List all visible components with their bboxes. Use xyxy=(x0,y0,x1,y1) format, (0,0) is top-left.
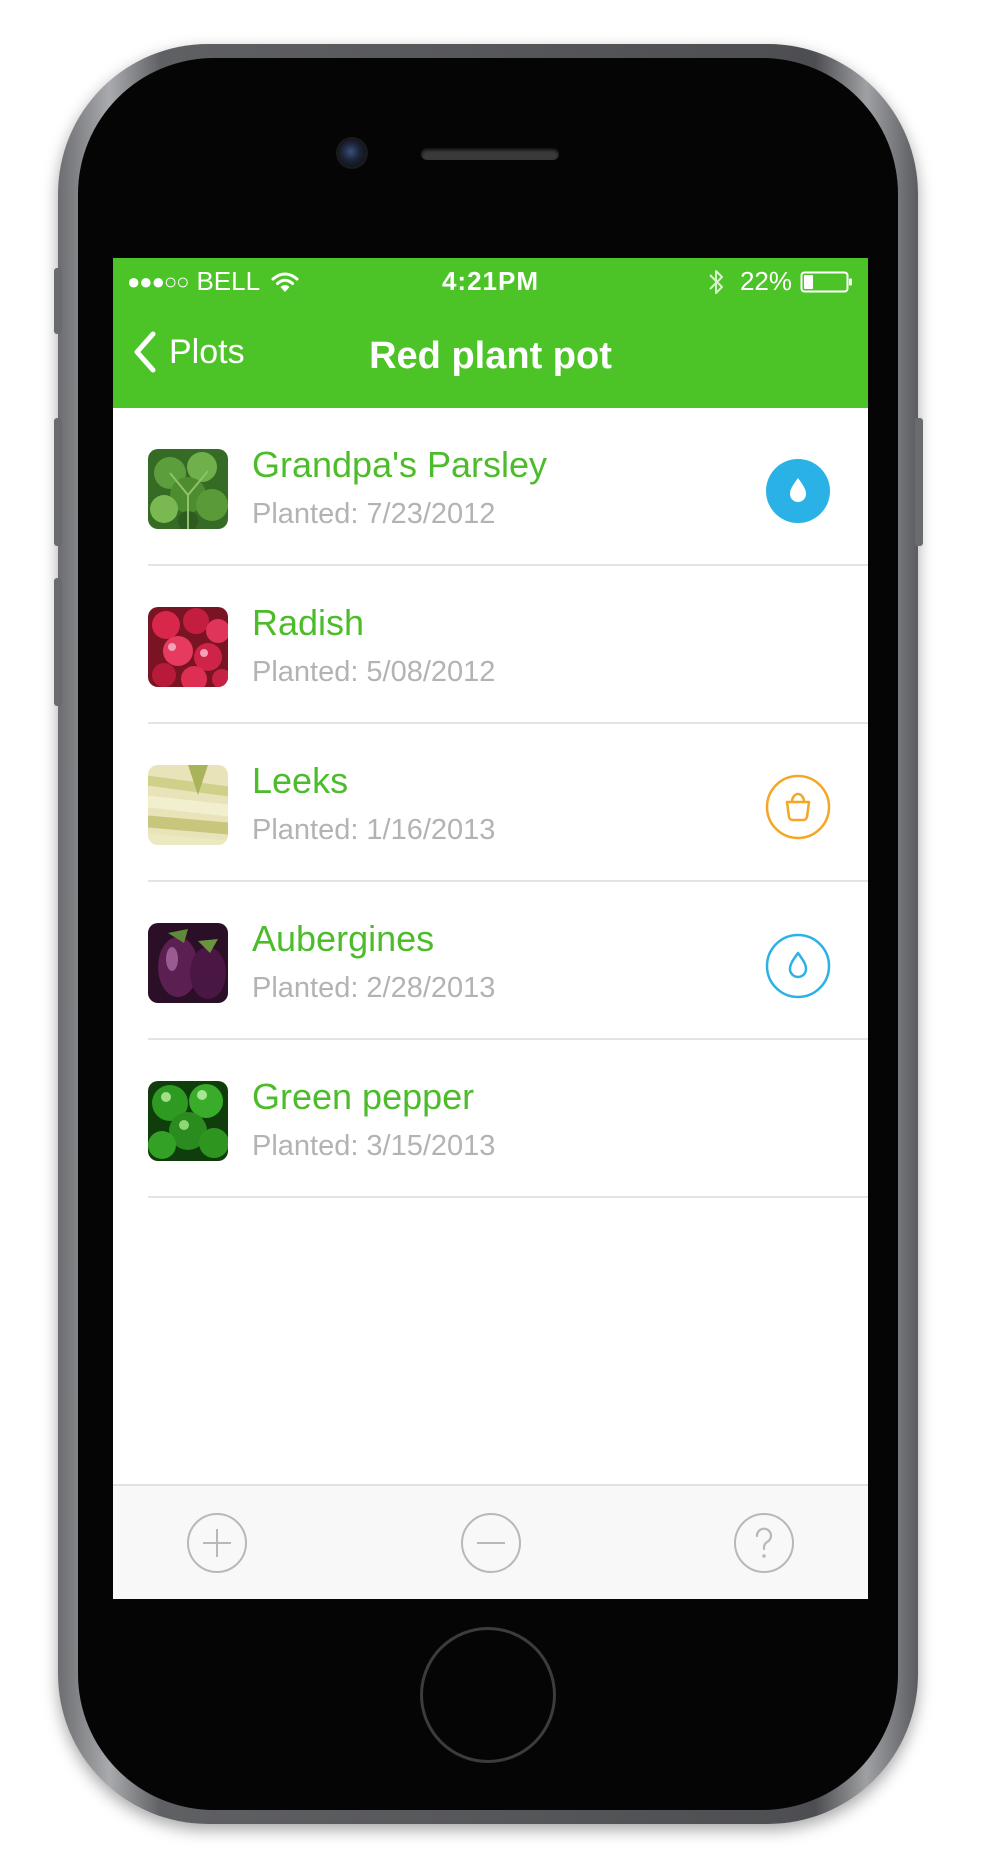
plant-row[interactable]: Grandpa's Parsley Planted: 7/23/2012 xyxy=(113,408,868,566)
planted-date-line: Planted: 3/15/2013 xyxy=(252,1130,495,1163)
plant-name: Grandpa's Parsley xyxy=(252,444,548,485)
parsley-thumbnail xyxy=(148,449,228,529)
home-button[interactable] xyxy=(420,1627,556,1763)
status-bar: ●●●○○ BELL 4:21PM 22% xyxy=(113,258,868,306)
plant-row[interactable]: Aubergines Planted: 2/28/2013 xyxy=(113,882,868,1040)
aubergine-thumbnail xyxy=(148,923,228,1003)
planted-label: Planted: xyxy=(252,656,359,688)
plant-name: Aubergines xyxy=(252,918,435,959)
help-icon[interactable] xyxy=(733,1512,795,1574)
power-button xyxy=(915,418,923,546)
planted-date-line: Planted: 1/16/2013 xyxy=(252,814,495,847)
planted-label: Planted: xyxy=(252,1130,359,1162)
mute-switch xyxy=(54,268,62,334)
harvest-basket-icon[interactable] xyxy=(765,774,831,840)
planted-date-line: Planted: 7/23/2012 xyxy=(252,498,495,531)
planted-date: 7/23/2012 xyxy=(366,498,496,530)
plant-list: Grandpa's Parsley Planted: 7/23/2012 Radi… xyxy=(113,408,868,1198)
plant-row[interactable]: Leeks Planted: 1/16/2013 xyxy=(113,724,868,882)
planted-date: 5/08/2012 xyxy=(366,656,496,688)
radish-thumbnail xyxy=(148,607,228,687)
green-pepper-thumbnail xyxy=(148,1081,228,1161)
planted-label: Planted: xyxy=(252,814,359,846)
water-drop-filled-icon[interactable] xyxy=(765,458,831,524)
plant-row[interactable]: Radish Planted: 5/08/2012 xyxy=(113,566,868,724)
page-title: Red plant pot xyxy=(369,335,612,377)
bluetooth-icon xyxy=(709,269,723,294)
volume-down-button xyxy=(54,578,62,706)
front-camera xyxy=(339,140,365,166)
add-icon[interactable] xyxy=(186,1512,248,1574)
planted-date: 2/28/2013 xyxy=(366,972,496,1004)
plant-name: Radish xyxy=(252,602,365,643)
plant-row[interactable]: Green pepper Planted: 3/15/2013 xyxy=(113,1040,868,1198)
planted-label: Planted: xyxy=(252,972,359,1004)
bottom-toolbar xyxy=(113,1484,868,1599)
battery-percentage: 22% xyxy=(739,266,792,296)
volume-up-button xyxy=(54,418,62,546)
plant-name: Leeks xyxy=(252,760,349,801)
planted-label: Planted: xyxy=(252,498,359,530)
plant-name: Green pepper xyxy=(252,1076,475,1117)
leeks-thumbnail xyxy=(148,765,228,845)
navigation-bar: Plots Red plant pot xyxy=(113,306,868,408)
planted-date: 1/16/2013 xyxy=(366,814,496,846)
planted-date: 3/15/2013 xyxy=(366,1130,496,1162)
planted-date-line: Planted: 2/28/2013 xyxy=(252,972,495,1005)
water-drop-outline-icon[interactable] xyxy=(765,933,831,999)
battery-level-fill xyxy=(804,274,814,289)
planted-date-line: Planted: 5/08/2012 xyxy=(252,656,495,689)
app-screen: ●●●○○ BELL 4:21PM 22% Plots Red plant po… xyxy=(113,258,868,1599)
remove-icon[interactable] xyxy=(460,1512,522,1574)
battery-icon xyxy=(800,271,852,292)
earpiece-speaker xyxy=(421,148,559,160)
